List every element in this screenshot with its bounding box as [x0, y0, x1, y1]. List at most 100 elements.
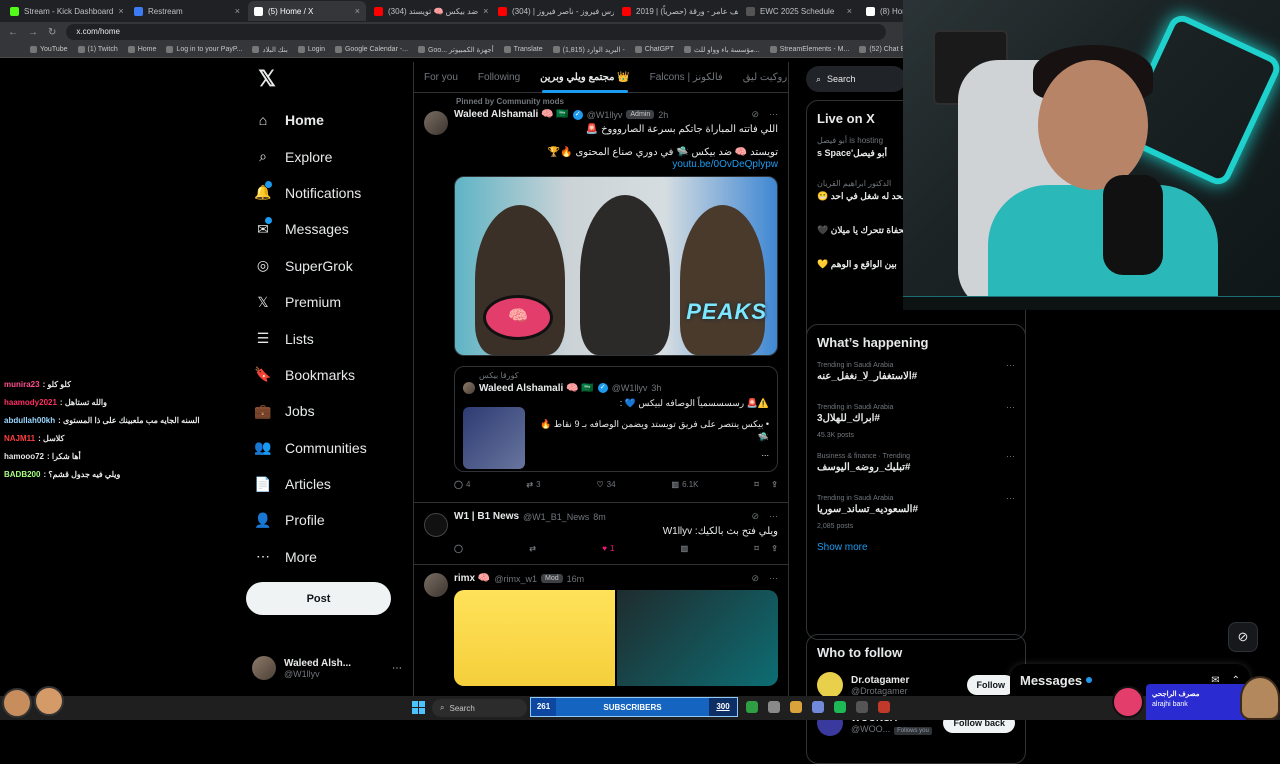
app-icon[interactable]: [746, 701, 758, 713]
more-icon[interactable]: ⋯: [769, 511, 778, 522]
nav-item-messages[interactable]: ✉ Messages: [246, 211, 406, 247]
close-icon[interactable]: ×: [235, 6, 240, 16]
reload-icon[interactable]: ↻: [48, 27, 56, 38]
bookmark-item[interactable]: Google Calendar -...: [334, 46, 408, 53]
trend-item[interactable]: Trending in Saudi Arabia #ابراك_للهلال3 45…: [807, 398, 1025, 447]
trend-item[interactable]: Trending in Saudi Arabia #السعوديه_تساند_…: [807, 489, 1025, 538]
post-button[interactable]: Post: [246, 582, 391, 615]
bookmark-item[interactable]: StreamElements - M...: [769, 46, 849, 53]
bookmark-icon[interactable]: ⌑: [754, 480, 758, 489]
nav-item-communities[interactable]: 👥 Communities: [246, 430, 406, 466]
taskbar-search[interactable]: ⌕ Search: [432, 699, 527, 717]
more-icon[interactable]: ⋯: [1006, 493, 1015, 504]
more-options-icon[interactable]: ⋯: [392, 663, 402, 674]
close-icon[interactable]: ×: [118, 6, 123, 16]
browser-tab[interactable]: ضد بيكس 🧠 تويستد (304) ×: [368, 1, 490, 21]
tweet-time[interactable]: 16m: [567, 574, 585, 584]
windows-start-icon[interactable]: [412, 701, 425, 714]
repost-button[interactable]: ⇄ 3: [526, 480, 540, 489]
tweet[interactable]: W1 | B1 News @W1_B1_News 8m ⊘ ⋯ ويلي فتح …: [414, 503, 788, 565]
browser-tab[interactable]: Stream - Kick Dashboard ×: [4, 1, 126, 21]
tweet-time[interactable]: 2h: [658, 110, 668, 120]
tweet-link[interactable]: youtu.be/0OvDeQplypw: [454, 159, 778, 170]
show-more-link[interactable]: Show more: [807, 538, 1025, 557]
close-icon[interactable]: ×: [483, 6, 488, 16]
tweet-time[interactable]: 8m: [593, 512, 606, 522]
tweet[interactable]: rimx 🧠 @rimx_w1 Mod 16m ⊘ ⋯: [414, 565, 788, 695]
nav-item-premium[interactable]: 𝕏 Premium: [246, 284, 406, 320]
grok-icon[interactable]: ⊘: [751, 511, 759, 522]
tweet-author-handle[interactable]: @rimx_w1: [494, 574, 537, 584]
nav-item-lists[interactable]: ☰ Lists: [246, 320, 406, 356]
more-icon[interactable]: ⋯: [1006, 360, 1015, 371]
browser-tab[interactable]: فارس فيروز - ناصر فيروز | (304)×: [492, 1, 614, 21]
app-icon[interactable]: [878, 701, 890, 713]
trend-item[interactable]: Business & finance · Trending #تبليك_روضه…: [807, 447, 1025, 489]
nav-item-bookmarks[interactable]: 🔖 Bookmarks: [246, 357, 406, 393]
browser-tab[interactable]: EWC 2025 Schedule ×: [740, 1, 858, 21]
bookmark-item[interactable]: (1) Twitch: [77, 46, 118, 53]
grok-icon[interactable]: ⊘: [751, 573, 759, 584]
bookmark-item[interactable]: Login: [297, 46, 325, 53]
tweet-author-handle[interactable]: @W1_B1_News: [523, 512, 589, 522]
timeline-tab[interactable]: For you: [414, 62, 468, 93]
trend-item[interactable]: Trending in Saudi Arabia #الاستغفار_لا_نغ…: [807, 356, 1025, 398]
more-icon[interactable]: ⋯: [1006, 451, 1015, 462]
forward-icon[interactable]: →: [28, 27, 38, 38]
more-icon[interactable]: ⋯: [769, 109, 778, 120]
timeline-tab[interactable]: روكيت ليق: [733, 62, 788, 93]
share-icon[interactable]: ⇪: [771, 480, 778, 489]
avatar[interactable]: [424, 573, 448, 597]
tweet-author-name[interactable]: W1 | B1 News: [454, 511, 519, 522]
discord-icon[interactable]: [812, 701, 824, 713]
bookmark-icon[interactable]: ⌑: [754, 544, 758, 553]
more-icon[interactable]: ⋯: [769, 573, 778, 584]
tweet-media-image[interactable]: [454, 590, 778, 686]
x-logo-icon[interactable]: 𝕏: [252, 64, 282, 94]
reply-button[interactable]: ◯: [454, 544, 463, 553]
search-input[interactable]: ⌕ Search: [806, 66, 906, 92]
views-button[interactable]: ▥: [681, 544, 689, 553]
avatar[interactable]: [424, 111, 448, 135]
spotify-icon[interactable]: [834, 701, 846, 713]
nav-item-more[interactable]: ⋯ More: [246, 539, 406, 575]
views-button[interactable]: ▥ 6.1K: [672, 480, 699, 489]
bookmark-item[interactable]: YouTube: [30, 46, 68, 53]
bookmark-item[interactable]: ChatGPT: [634, 46, 674, 53]
grok-floating-icon[interactable]: ⊘: [1228, 622, 1258, 652]
quoted-tweet[interactable]: كورقا بيكس Waleed Alshamali 🧠 🇸🇦 ✓ @W1ll…: [454, 366, 778, 472]
grok-icon[interactable]: ⊘: [751, 109, 759, 120]
bookmark-item[interactable]: Home: [127, 46, 156, 53]
app-icon[interactable]: [768, 701, 780, 713]
bookmark-item[interactable]: بنك البلاد: [252, 46, 288, 54]
browser-tab[interactable]: (5) Home / X ×: [248, 1, 366, 21]
nav-item-jobs[interactable]: 💼 Jobs: [246, 393, 406, 429]
browser-tab[interactable]: سيف عامر - ورقة (حصرياً) | 2019×: [616, 1, 738, 21]
nav-item-profile[interactable]: 👤 Profile: [246, 502, 406, 538]
nav-item-home[interactable]: ⌂ Home: [246, 102, 406, 138]
avatar[interactable]: [424, 513, 448, 537]
avatar[interactable]: [817, 672, 843, 698]
bookmark-item[interactable]: مؤسسة باء وواو للث...: [683, 46, 760, 54]
browser-tab[interactable]: Restream ×: [128, 1, 246, 21]
close-icon[interactable]: ×: [847, 6, 852, 16]
tweet-author-name[interactable]: Waleed Alshamali 🧠 🇸🇦: [454, 109, 569, 120]
like-button[interactable]: ♡ 34: [596, 480, 615, 489]
close-icon[interactable]: ×: [355, 6, 360, 16]
like-button[interactable]: ♥ 1: [602, 544, 614, 553]
bookmark-item[interactable]: Goo... أجهزة الكمبيوتر: [418, 46, 494, 54]
bookmark-item[interactable]: البريد الوارد (1,815) -: [552, 46, 625, 54]
folder-icon[interactable]: [790, 701, 802, 713]
share-icon[interactable]: ⇪: [771, 544, 778, 553]
tweet-pinned[interactable]: Pinned by Community mods Waleed Alshamal…: [414, 93, 788, 503]
url-field[interactable]: x.com/home: [66, 24, 887, 40]
nav-item-supergrok[interactable]: ◎ SuperGrok: [246, 248, 406, 284]
app-icon[interactable]: [856, 701, 868, 713]
bookmark-item[interactable]: Log in to your PayP...: [166, 46, 242, 53]
repost-button[interactable]: ⇄: [529, 544, 536, 553]
nav-item-articles[interactable]: 📄 Articles: [246, 466, 406, 502]
reply-button[interactable]: ◯ 4: [454, 480, 470, 489]
account-switcher[interactable]: Waleed Alsh... @W1llyv ⋯: [252, 652, 402, 684]
nav-item-explore[interactable]: ⌕ Explore: [246, 138, 406, 174]
nav-item-notifications[interactable]: 🔔 Notifications: [246, 175, 406, 211]
